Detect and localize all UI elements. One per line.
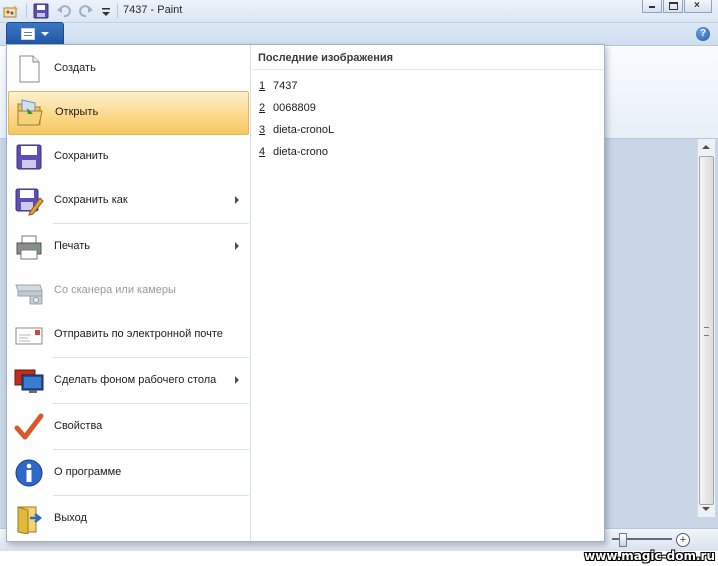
redo-icon[interactable]: [78, 3, 94, 19]
qat-separator: [26, 4, 27, 18]
checkmark-icon: [14, 413, 44, 440]
menu-item-new[interactable]: Создать: [8, 48, 249, 90]
recent-file-name: dieta-cronoL: [273, 124, 335, 136]
save-as-icon: [15, 188, 44, 216]
recent-file-name: 0068809: [273, 102, 316, 114]
close-icon: ×: [694, 0, 700, 11]
paint-app-icon[interactable]: [3, 3, 19, 19]
scanner-icon: [15, 284, 43, 305]
menu-separator: [53, 223, 249, 224]
window-title: 7437 - Paint: [123, 4, 183, 16]
printer-icon: [16, 235, 42, 260]
menu-item-label: Сохранить: [54, 150, 109, 162]
recent-file-item[interactable]: 3 dieta-cronoL: [259, 124, 334, 142]
menu-item-exit[interactable]: Выход: [8, 498, 249, 540]
exit-icon: [17, 506, 43, 534]
chevron-down-icon: [41, 32, 49, 36]
menu-item-label: О программе: [54, 466, 122, 478]
document-icon: [21, 28, 35, 40]
submenu-arrow-icon: [235, 376, 239, 384]
minimize-button[interactable]: [642, 0, 662, 13]
save-icon[interactable]: [33, 3, 49, 19]
menu-item-save[interactable]: Сохранить: [8, 136, 249, 178]
app-menu-panel: Создать Открыть Сохранить Сохранить как …: [6, 44, 605, 542]
recent-file-number: 3: [259, 124, 266, 136]
new-document-icon: [19, 55, 40, 83]
help-icon[interactable]: ?: [696, 27, 710, 41]
recent-pictures-title: Последние изображения: [258, 52, 394, 64]
menu-item-label: Печать: [54, 240, 91, 252]
recent-file-number: 4: [259, 146, 266, 158]
app-menu-button[interactable]: [6, 22, 64, 45]
vertical-scrollbar[interactable]: [697, 139, 715, 517]
title-bar: 7437 - Paint ×: [0, 0, 718, 23]
qat-separator: [117, 4, 118, 18]
recent-file-number: 1: [259, 80, 266, 92]
info-icon: [15, 459, 43, 487]
recent-file-item[interactable]: 1 7437: [259, 80, 297, 98]
recent-divider: [253, 69, 603, 70]
menu-item-set-desktop-background[interactable]: Сделать фоном рабочего стола: [8, 360, 249, 402]
maximize-button[interactable]: [663, 0, 683, 13]
email-icon: [15, 327, 43, 345]
save-icon: [16, 144, 42, 170]
customize-dropdown-icon[interactable]: [98, 3, 114, 19]
menu-item-send-email[interactable]: Отправить по электронной почте: [8, 314, 249, 356]
scroll-up-icon[interactable]: [702, 145, 710, 149]
menu-separator: [53, 403, 249, 404]
undo-icon[interactable]: [56, 3, 72, 19]
menu-item-label: Открыть: [55, 106, 99, 118]
maximize-icon: [669, 2, 678, 10]
ribbon-tab-strip: [0, 23, 718, 46]
recent-file-number: 2: [259, 102, 266, 114]
menu-item-label: Выход: [54, 512, 87, 524]
menu-item-label: Свойства: [54, 420, 103, 432]
menu-item-about[interactable]: О программе: [8, 452, 249, 494]
submenu-arrow-icon: [235, 196, 239, 204]
recent-file-item[interactable]: 4 dieta-crono: [259, 146, 328, 164]
zoom-in-button[interactable]: +: [676, 533, 690, 547]
menu-item-open[interactable]: Открыть: [8, 91, 249, 135]
scroll-thumb[interactable]: [699, 156, 714, 505]
recent-pictures-panel: Последние изображения 1 7437 2 0068809 3 di…: [251, 45, 604, 541]
grip-icon: [704, 327, 709, 336]
menu-item-label: Со сканера или камеры: [54, 284, 176, 296]
menu-separator: [53, 357, 249, 358]
scroll-down-icon[interactable]: [702, 507, 710, 511]
menu-item-from-scanner: Со сканера или камеры: [8, 270, 249, 312]
menu-separator: [53, 449, 249, 450]
zoom-slider-thumb[interactable]: [619, 533, 627, 547]
desktop-background-icon: [14, 369, 44, 393]
recent-file-item[interactable]: 2 0068809: [259, 102, 316, 120]
recent-file-name: 7437: [273, 80, 298, 92]
menu-separator: [53, 495, 249, 496]
recent-file-name: dieta-crono: [273, 146, 329, 158]
open-folder-icon: [17, 99, 43, 126]
menu-item-label: Сохранить как: [54, 194, 128, 206]
menu-item-label: Отправить по электронной почте: [54, 328, 223, 340]
window-controls: ×: [641, 0, 712, 14]
menu-item-label: Создать: [54, 62, 96, 74]
menu-item-label: Сделать фоном рабочего стола: [54, 374, 217, 386]
watermark-text: www.magic-dom.ru: [584, 549, 715, 563]
menu-item-save-as[interactable]: Сохранить как: [8, 180, 249, 222]
minimize-icon: [649, 6, 655, 8]
menu-item-print[interactable]: Печать: [8, 226, 249, 268]
close-button[interactable]: ×: [684, 0, 712, 13]
app-menu-commands: Создать Открыть Сохранить Сохранить как …: [7, 45, 251, 541]
submenu-arrow-icon: [235, 242, 239, 250]
menu-item-properties[interactable]: Свойства: [8, 406, 249, 448]
